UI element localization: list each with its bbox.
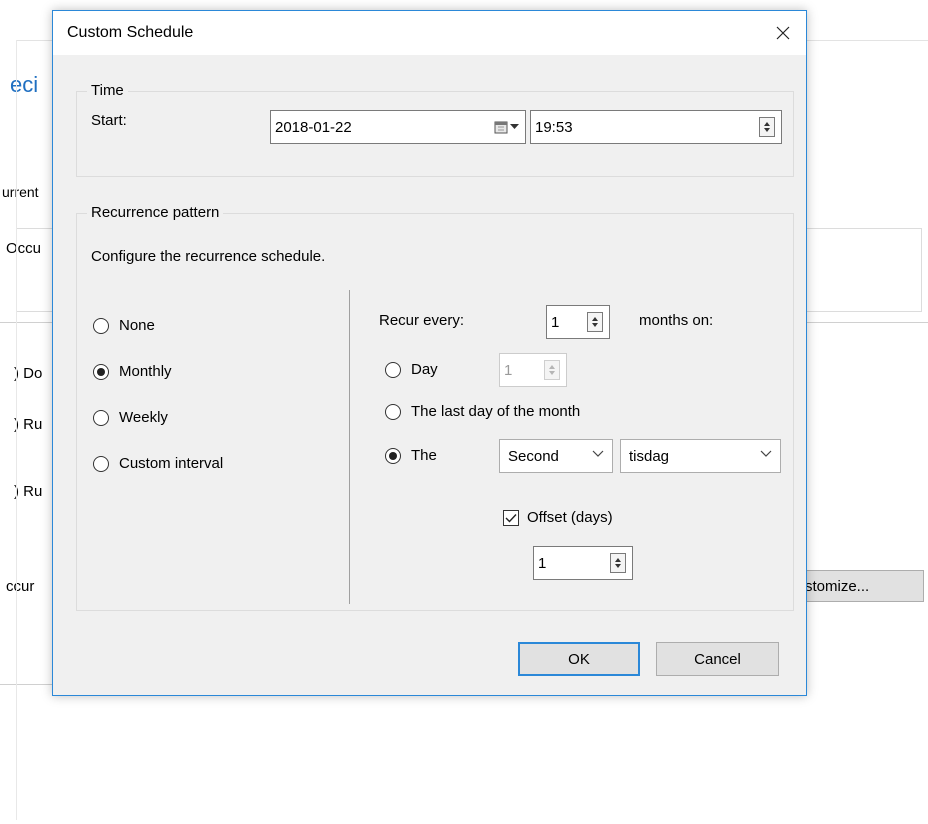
radio-custom-interval-circle	[93, 455, 109, 472]
background-bottom-line	[0, 684, 52, 685]
offset-value: 1	[538, 554, 547, 572]
background-heading: eci	[10, 72, 39, 97]
calendar-dropdown-button[interactable]	[494, 120, 519, 134]
recurrence-pattern-group: Recurrence pattern Configure the recurre…	[76, 204, 794, 611]
spin-up-icon	[764, 122, 770, 126]
dialog-title: Custom Schedule	[67, 24, 194, 41]
close-icon	[776, 26, 790, 40]
radio-weekly[interactable]: Weekly	[93, 409, 168, 426]
background-left-edge	[16, 40, 17, 820]
time-group-legend: Time	[87, 82, 128, 99]
start-time-input[interactable]: 19:53	[530, 110, 782, 144]
background-occurs-label: Occu	[6, 240, 42, 257]
close-button[interactable]	[760, 11, 806, 55]
offset-spinner[interactable]	[610, 553, 626, 573]
background-option-1[interactable]: ) Do	[14, 365, 42, 382]
radio-selected-dot	[389, 451, 397, 460]
recur-every-value: 1	[551, 313, 560, 331]
cancel-button[interactable]: Cancel	[656, 642, 779, 676]
day-input[interactable]: 1	[499, 353, 567, 387]
spin-up-icon	[549, 365, 555, 369]
chevron-down-icon	[592, 450, 604, 457]
spin-down-icon	[592, 323, 598, 327]
start-time-value: 19:53	[535, 118, 573, 136]
recurrence-group-legend: Recurrence pattern	[87, 204, 224, 221]
chevron-down-icon	[510, 124, 519, 129]
background-option-3[interactable]: ) Ru	[14, 483, 42, 500]
offset-checkbox-box	[503, 509, 519, 526]
radio-monthly-circle	[93, 363, 109, 380]
time-group: Time Start: 2018-01-22 19:53	[76, 82, 794, 177]
radio-weekly-label: Weekly	[119, 409, 168, 426]
start-date-value: 2018-01-22	[275, 118, 352, 136]
background-option-2[interactable]: ) Ru	[14, 416, 42, 433]
spin-down-icon	[764, 128, 770, 132]
radio-day-circle	[385, 361, 401, 378]
radio-day[interactable]: Day	[385, 361, 438, 378]
offset-input[interactable]: 1	[533, 546, 633, 580]
radio-the[interactable]: The	[385, 447, 437, 464]
radio-monthly-label: Monthly	[119, 363, 172, 380]
radio-the-label: The	[411, 447, 437, 464]
start-date-picker[interactable]: 2018-01-22	[270, 110, 526, 144]
radio-last-day[interactable]: The last day of the month	[385, 403, 580, 420]
radio-none-circle	[93, 317, 109, 334]
months-on-label: months on:	[639, 312, 714, 329]
weekday-value: tisdag	[629, 447, 670, 465]
start-label: Start:	[91, 112, 127, 129]
radio-selected-dot	[97, 367, 105, 376]
ordinal-dropdown[interactable]: Second	[499, 439, 613, 473]
day-value: 1	[504, 361, 513, 379]
offset-checkbox[interactable]: Offset (days)	[503, 509, 613, 526]
custom-schedule-dialog: Custom Schedule Time Start: 2018-01-22 1…	[52, 10, 807, 696]
title-bar: Custom Schedule	[53, 11, 806, 55]
radio-last-day-label: The last day of the month	[411, 403, 581, 420]
weekday-dropdown[interactable]: tisdag	[620, 439, 781, 473]
background-occurs-bottom: ccur	[6, 578, 35, 595]
radio-custom-interval[interactable]: Custom interval	[93, 455, 223, 472]
recur-every-label: Recur every:	[379, 312, 465, 329]
spin-down-icon	[615, 564, 621, 568]
spin-down-icon	[549, 371, 555, 375]
spin-up-icon	[592, 317, 598, 321]
spin-up-icon	[615, 558, 621, 562]
checkmark-icon	[505, 513, 517, 523]
radio-day-label: Day	[411, 361, 438, 378]
radio-the-circle	[385, 447, 401, 464]
start-time-spinner[interactable]	[759, 117, 775, 137]
radio-none-label: None	[119, 317, 155, 334]
recurrence-description: Configure the recurrence schedule.	[91, 248, 326, 265]
recur-every-input[interactable]: 1	[546, 305, 610, 339]
radio-weekly-circle	[93, 409, 109, 426]
recur-every-spinner[interactable]	[587, 312, 603, 332]
background-customize-button[interactable]: stomize...	[800, 570, 924, 602]
day-spinner[interactable]	[544, 360, 560, 380]
calendar-icon	[494, 121, 508, 134]
radio-custom-interval-label: Custom interval	[119, 455, 224, 472]
radio-monthly[interactable]: Monthly	[93, 363, 172, 380]
background-recurrence-label: urrent	[2, 184, 39, 200]
ok-button[interactable]: OK	[518, 642, 640, 676]
options-divider	[349, 290, 350, 604]
ordinal-value: Second	[508, 447, 559, 465]
offset-label: Offset (days)	[527, 509, 613, 526]
radio-none[interactable]: None	[93, 317, 155, 334]
radio-last-day-circle	[385, 403, 401, 420]
chevron-down-icon	[760, 450, 772, 457]
